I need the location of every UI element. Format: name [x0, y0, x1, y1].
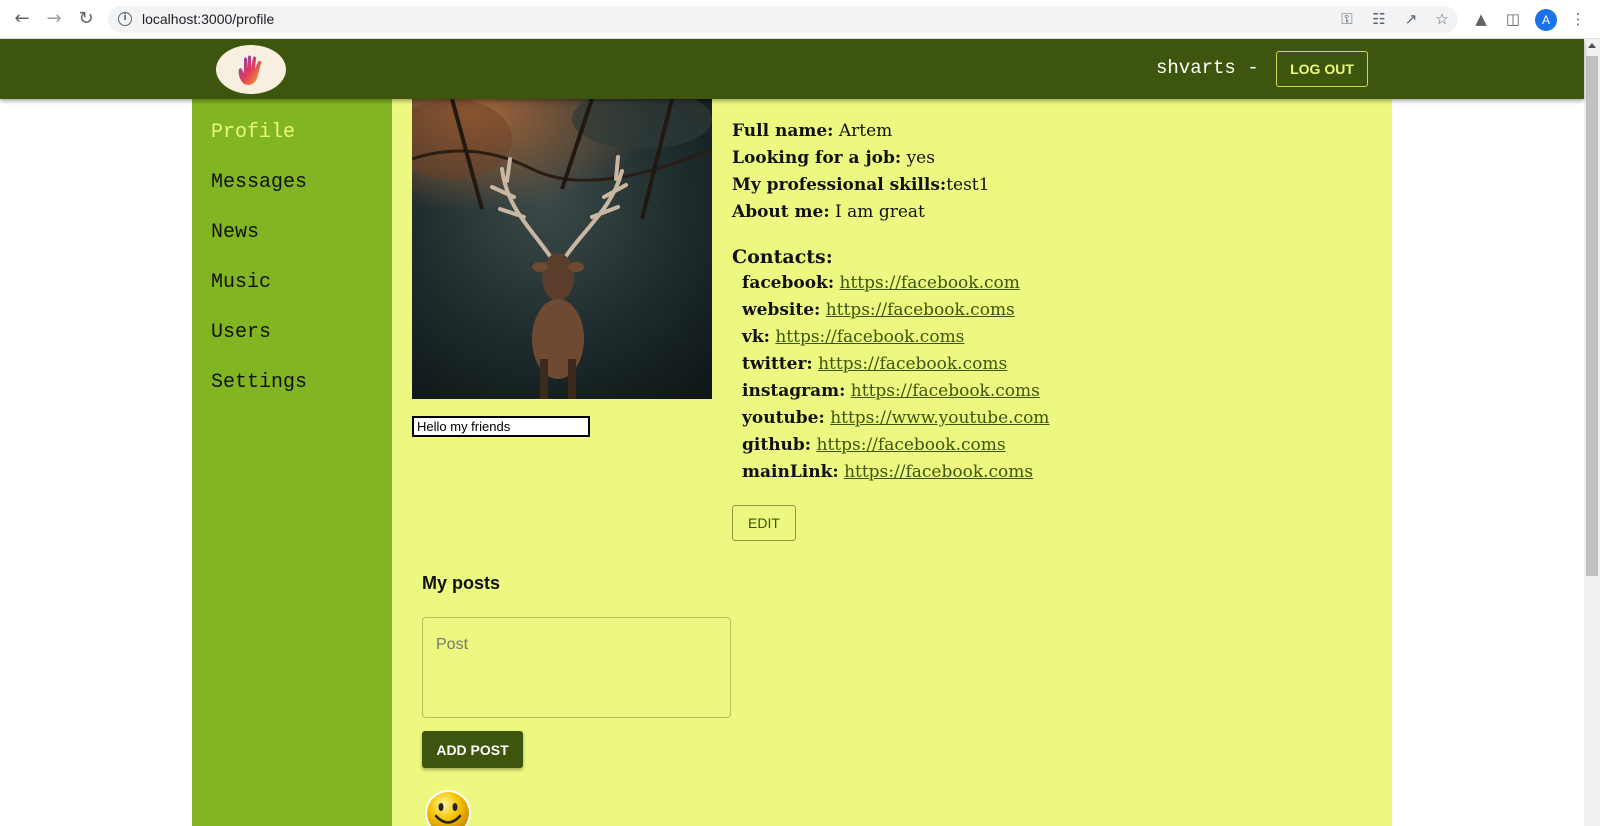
sidebar-item-settings[interactable]: Settings — [211, 371, 307, 394]
logout-button[interactable]: LOG OUT — [1276, 51, 1368, 87]
forward-icon[interactable]: → — [44, 9, 64, 29]
contact-vk: vk: https://facebook.coms — [742, 327, 964, 347]
scroll-thumb[interactable] — [1586, 56, 1598, 576]
about-value: I am great — [835, 202, 925, 222]
contact-facebook: facebook: https://facebook.com — [742, 273, 1020, 293]
contact-website: website: https://facebook.coms — [742, 300, 1015, 320]
info-icon[interactable]: i — [118, 12, 132, 26]
contact-link[interactable]: https://facebook.coms — [851, 381, 1040, 401]
add-post-button[interactable]: ADD POST — [422, 731, 523, 768]
sidebar-item-profile[interactable]: Profile — [211, 121, 295, 144]
contact-key: twitter: — [742, 354, 813, 374]
star-icon[interactable]: ☆ — [1432, 9, 1452, 29]
contact-instagram: instagram: https://facebook.coms — [742, 381, 1040, 401]
sidebar: Profile Messages News Music Users Settin… — [192, 99, 392, 826]
contacts-title: Contacts: — [732, 246, 833, 268]
menu-icon[interactable]: ⋮ — [1568, 9, 1588, 29]
app-header: shvarts - LOG OUT — [0, 39, 1584, 99]
contact-github: github: https://facebook.coms — [742, 435, 1006, 455]
full-name-label: Full name: — [732, 121, 834, 141]
share-icon[interactable]: ↗ — [1401, 9, 1421, 29]
job-value: yes — [906, 148, 935, 168]
contact-mainlink: mainLink: https://facebook.coms — [742, 462, 1033, 482]
reload-icon[interactable]: ↻ — [76, 9, 96, 29]
browser-toolbar: ← → ↻ i localhost:3000/profile ⚿ ☷ ↗ ☆ ▲… — [0, 0, 1600, 39]
skills-value: test1 — [946, 175, 990, 195]
hand-icon — [238, 55, 262, 85]
address-bar[interactable]: i localhost:3000/profile — [108, 6, 1458, 33]
sidebar-item-music[interactable]: Music — [211, 271, 271, 294]
logo[interactable] — [216, 45, 286, 94]
contact-key: website: — [742, 300, 821, 320]
contact-link[interactable]: https://facebook.coms — [826, 300, 1015, 320]
sidebar-item-news[interactable]: News — [211, 221, 259, 244]
deer-photo — [412, 99, 712, 399]
contact-link[interactable]: https://facebook.coms — [844, 462, 1033, 482]
full-name-value: Artem — [838, 121, 893, 141]
contact-link[interactable]: https://facebook.coms — [817, 435, 1006, 455]
user-login: shvarts - — [1156, 57, 1259, 79]
post-input[interactable]: Post — [422, 617, 731, 718]
sidebar-item-users[interactable]: Users — [211, 321, 271, 344]
edit-button[interactable]: EDIT — [732, 505, 796, 541]
url-text: localhost:3000/profile — [142, 11, 275, 27]
contact-link[interactable]: https://facebook.coms — [818, 354, 1007, 374]
contact-key: mainLink: — [742, 462, 839, 482]
contact-twitter: twitter: https://facebook.coms — [742, 354, 1007, 374]
profile-photo — [412, 99, 712, 399]
profile-icon[interactable]: A — [1535, 9, 1557, 31]
job-row: Looking for a job: yes — [732, 148, 935, 168]
status-input[interactable]: Hello my friends — [412, 416, 590, 437]
page-scrollbar[interactable] — [1584, 39, 1600, 826]
contact-key: instagram: — [742, 381, 846, 401]
about-row: About me: I am great — [732, 202, 925, 222]
contact-link[interactable]: https://facebook.coms — [775, 327, 964, 347]
contact-key: github: — [742, 435, 812, 455]
scroll-up-icon[interactable] — [1588, 43, 1596, 48]
contact-key: facebook: — [742, 273, 835, 293]
extensions-icon[interactable]: ▲ — [1471, 9, 1491, 29]
key-icon[interactable]: ⚿ — [1337, 9, 1357, 29]
skills-label: My professional skills: — [732, 175, 947, 195]
smiley-icon — [425, 790, 471, 826]
contact-link[interactable]: https://www.youtube.com — [830, 408, 1049, 428]
contact-link[interactable]: https://facebook.com — [840, 273, 1020, 293]
back-icon[interactable]: ← — [12, 9, 32, 29]
job-label: Looking for a job: — [732, 148, 902, 168]
about-label: About me: — [732, 202, 830, 222]
side-panel-icon[interactable]: ◫ — [1503, 9, 1523, 29]
skills-row: My professional skills:test1 — [732, 175, 989, 195]
contact-youtube: youtube: https://www.youtube.com — [742, 408, 1049, 428]
main-content: Hello my friends Full name: Artem Lookin… — [392, 99, 1392, 826]
contact-key: vk: — [742, 327, 770, 347]
contact-key: youtube: — [742, 408, 825, 428]
translate-icon[interactable]: ☷ — [1369, 9, 1389, 29]
sidebar-item-messages[interactable]: Messages — [211, 171, 307, 194]
full-name-row: Full name: Artem — [732, 121, 892, 141]
posts-title: My posts — [422, 573, 501, 593]
